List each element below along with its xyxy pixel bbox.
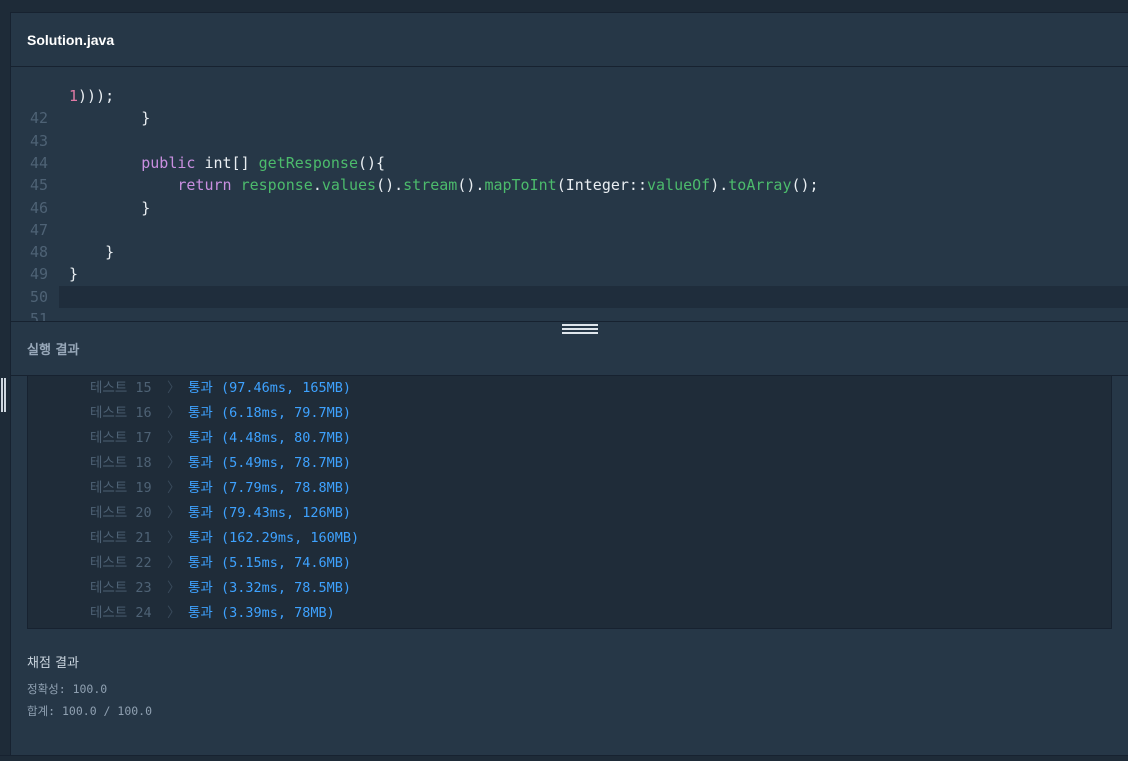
code-line[interactable]: 44 public int[] getResponse(){ [11,152,1128,174]
code-line[interactable]: 48 } [11,241,1128,263]
main-panel: Solution.java 1))); 42 } 43 44 public int[]… [11,13,1128,755]
test-separator: 〉 [167,405,181,421]
code-line[interactable]: 46 } [11,197,1128,219]
code-editor[interactable]: 1))); 42 } 43 44 public int[] getResponse()… [11,67,1128,321]
test-result-text: 통과 (3.39ms, 78MB) [188,605,335,621]
test-result-text: 통과 (4.48ms, 80.7MB) [188,430,352,446]
test-result-text: 통과 (5.15ms, 74.6MB) [188,555,352,571]
test-separator: 〉 [167,530,181,546]
test-label: 테스트 21 [90,530,152,546]
code-line-active[interactable]: 50 [30,285,1128,308]
code-token: mapToInt [484,176,557,195]
code-text: } [69,241,114,263]
code-token: stream [403,176,458,195]
code-text: public int[] getResponse(){ [69,152,385,174]
code-text: } [69,197,150,219]
code-line[interactable]: 1))); [11,85,1128,107]
code-line[interactable]: 45 return response.values().stream().map… [11,174,1128,196]
line-number: 50 [29,287,48,306]
top-toolbar-strip [0,0,1128,13]
code-token: response [240,176,313,195]
test-label: 테스트 16 [90,405,152,421]
code-token: } [69,243,115,262]
code-token: getResponse [258,153,358,172]
line-number: 51 [29,310,48,321]
test-separator: 〉 [167,430,181,446]
line-number: 43 [29,131,48,150]
file-header: Solution.java [11,13,1128,67]
score-total: 합계: 100.0 / 100.0 [27,704,153,718]
code-token: } [69,198,151,217]
rail-grip-handle[interactable] [1,378,6,412]
test-label: 테스트 23 [90,580,152,596]
code-token: 1 [69,87,79,105]
score-accuracy: 정확성: 100.0 [27,682,108,696]
code-token: toArray [728,176,792,195]
test-result-text: 통과 (6.18ms, 79.7MB) [188,405,352,421]
left-resize-rail[interactable] [0,12,11,760]
test-label: 테스트 22 [90,555,152,571]
test-separator: 〉 [167,380,181,396]
code-token: (){ [358,153,386,172]
code-line[interactable]: 49} [11,263,1128,285]
line-number: 48 [29,243,48,262]
line-number: 45 [29,176,48,195]
test-result-text: 통과 (162.29ms, 160MB) [188,530,360,546]
code-token: int[] [195,153,259,172]
test-result-text: 통과 (79.43ms, 126MB) [188,505,352,521]
file-tab[interactable]: Solution.java [27,32,114,48]
line-number: 42 [29,109,48,128]
code-token: valueOf [647,176,711,195]
line-number: 44 [29,153,48,172]
code-line[interactable]: 51 [11,308,1128,321]
code-token: (Integer:: [556,176,647,195]
score-title: 채점 결과 [27,656,79,671]
line-number: 46 [29,198,48,217]
test-label: 테스트 18 [90,455,152,471]
test-separator: 〉 [167,605,181,621]
code-text: } [69,107,150,129]
code-token: (); [791,176,819,195]
bottom-strip [0,755,1128,761]
test-label: 테스트 19 [90,480,152,496]
code-line[interactable]: 47 [11,219,1128,241]
code-token: (). [376,176,404,195]
test-separator: 〉 [167,455,181,471]
test-result-text: 통과 (3.32ms, 78.5MB) [188,580,352,596]
test-separator: 〉 [167,480,181,496]
test-separator: 〉 [167,580,181,596]
test-label: 테스트 20 [90,505,152,521]
line-number: 49 [29,265,48,284]
test-separator: 〉 [167,505,181,521]
line-number: 47 [29,220,48,239]
code-line[interactable]: 43 [11,130,1128,152]
test-result-text: 통과 (97.46ms, 165MB) [188,380,352,396]
code-token: (). [457,176,485,195]
code-token: } [69,109,151,128]
pane-resize-handle[interactable] [562,324,598,334]
code-token: . [312,176,322,195]
code-token: public [141,153,196,172]
test-label: 테스트 15 [90,380,152,396]
test-label: 테스트 24 [90,605,152,621]
code-token: values [321,176,377,195]
test-result-list[interactable]: 테스트 15 〉 통과 (97.46ms, 165MB) 테스트 16 〉 통과 (6.1… [27,376,1112,629]
code-text: 1))); [69,85,114,107]
test-separator: 〉 [167,555,181,571]
code-line[interactable]: 42 } [11,107,1128,129]
test-result-text: 통과 (7.79ms, 78.8MB) [188,480,352,496]
code-token: return [177,176,232,195]
result-title: 실행 결과 [27,343,80,358]
code-token: ). [710,176,729,195]
code-token: ))); [78,87,115,105]
test-result-text: 통과 (5.49ms, 78.7MB) [188,455,352,471]
test-label: 테스트 17 [90,430,152,446]
code-token: } [69,265,79,284]
code-text: } [69,263,78,285]
code-text: return response.values().stream().mapToI… [69,174,819,196]
